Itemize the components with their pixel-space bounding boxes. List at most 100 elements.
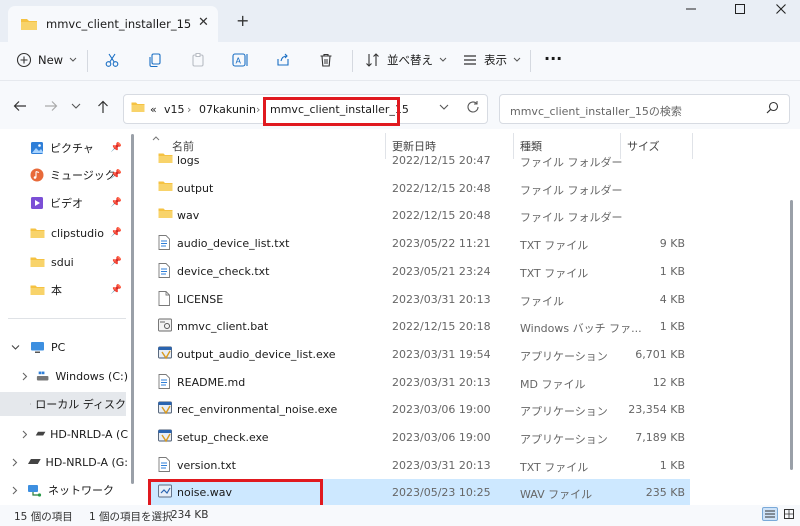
share-button[interactable] <box>275 52 291 68</box>
file-size: 23,354 KB <box>628 403 685 417</box>
back-button[interactable] <box>13 100 27 116</box>
sidebar-item-label: ビデオ <box>50 197 83 210</box>
scissors-icon <box>105 53 119 67</box>
folder-icon <box>158 180 173 195</box>
refresh-button[interactable] <box>466 100 480 117</box>
details-view-button[interactable] <box>762 507 778 521</box>
toolbar-divider <box>352 50 353 72</box>
table-row[interactable]: LICENSE 2023/03/31 20:13 ファイル 4 KB <box>150 286 690 313</box>
delete-button[interactable] <box>318 52 334 68</box>
drive-icon <box>29 403 32 405</box>
file-date: 2022/12/15 20:47 <box>392 154 491 167</box>
file-type: アプリケーション <box>520 349 608 363</box>
file-name: output_audio_device_list.exe <box>177 347 336 361</box>
sidebar-item-hd-nrld-g[interactable]: HD-NRLD-A (G: <box>8 450 128 474</box>
sidebar-item-network[interactable]: ネットワーク <box>8 478 128 502</box>
file-type: TXT ファイル <box>520 239 589 253</box>
close-tab-button[interactable]: ✕ <box>198 15 209 30</box>
file-date: 2023/03/06 19:00 <box>392 403 491 417</box>
table-row[interactable]: rec_environmental_noise.exe 2023/03/06 19… <box>150 396 690 423</box>
sidebar-scrollbar[interactable] <box>131 134 134 484</box>
new-tab-button[interactable]: + <box>236 11 249 30</box>
file-size: 12 KB <box>652 375 685 389</box>
text-file-icon <box>158 373 170 392</box>
more-options-button[interactable]: ··· <box>544 49 562 68</box>
table-row[interactable]: wav 2022/12/15 20:48 ファイル フォルダー <box>150 202 690 229</box>
file-date: 2022/12/15 20:48 <box>392 209 491 223</box>
highlight-box <box>263 97 400 126</box>
maximize-icon <box>735 4 745 14</box>
cut-button[interactable] <box>104 52 120 68</box>
text-file-icon <box>158 262 170 281</box>
copy-icon <box>149 53 161 68</box>
table-row[interactable]: version.txt 2023/03/31 20:13 TXT ファイル 1 KB <box>150 452 690 479</box>
breadcrumb-overflow[interactable]: « <box>150 103 157 116</box>
window-tab[interactable]: mmvc_client_installer_15 ✕ <box>8 6 218 42</box>
table-row[interactable]: output 2022/12/15 20:48 ファイル フォルダー <box>150 175 690 202</box>
forward-button[interactable] <box>44 100 58 116</box>
file-date: 2023/05/21 23:24 <box>392 264 491 278</box>
table-row[interactable]: audio_device_list.txt 2023/05/22 11:21 TXT… <box>150 230 690 257</box>
recent-locations-button[interactable] <box>71 100 81 116</box>
file-type: ファイル フォルダー <box>520 156 623 169</box>
sidebar-item-label: PC <box>51 340 66 354</box>
sidebar-item-pc[interactable]: PC <box>8 335 128 359</box>
sidebar-item-local-disk[interactable]: ローカル ディスク <box>0 392 126 416</box>
table-row[interactable]: README.md 2023/03/31 20:13 MD ファイル 12 KB <box>150 369 690 396</box>
external-drive-icon <box>27 459 41 464</box>
chevron-right-icon <box>22 430 27 438</box>
thumbnail-view-button[interactable] <box>781 507 797 521</box>
sidebar-item-windows-c[interactable]: Windows (C:) <box>8 364 128 388</box>
maximize-button[interactable] <box>734 3 746 19</box>
close-window-button[interactable] <box>775 3 787 19</box>
video-icon <box>31 197 43 209</box>
column-divider[interactable] <box>692 133 693 159</box>
up-button[interactable] <box>97 100 109 118</box>
chevron-right-icon <box>21 400 22 409</box>
chevron-down-icon <box>513 57 521 62</box>
table-row[interactable]: mmvc_client.bat 2022/12/15 20:18 Windows バ… <box>150 313 690 340</box>
table-row[interactable]: logs 2022/12/15 20:47 ファイル フォルダー <box>150 147 690 174</box>
rename-button[interactable]: A <box>232 52 250 68</box>
sidebar-item-pictures[interactable]: ピクチャ 📌 <box>8 136 128 160</box>
sidebar-item-hd-nrld-c[interactable]: HD-NRLD-A (C <box>8 422 128 446</box>
arrow-left-icon <box>13 101 26 111</box>
paste-button[interactable] <box>190 52 206 68</box>
sort-button[interactable]: 並べ替え <box>365 52 447 68</box>
chevron-down-icon <box>11 344 20 350</box>
address-history-button[interactable] <box>439 102 449 115</box>
sort-label: 並べ替え <box>387 53 433 67</box>
table-row[interactable]: device_check.txt 2023/05/21 23:24 TXT ファイル… <box>150 258 690 285</box>
sidebar-item-books[interactable]: 本 📌 <box>8 278 128 302</box>
breadcrumb-separator: › <box>256 103 261 116</box>
minimize-button[interactable] <box>685 3 697 19</box>
new-button[interactable]: New <box>16 52 77 68</box>
paste-icon <box>192 53 204 67</box>
breadcrumb-item[interactable]: v15 <box>164 103 185 116</box>
sidebar-item-clipstudio[interactable]: clipstudio 📌 <box>8 221 128 245</box>
chevron-right-icon <box>12 486 18 494</box>
copy-button[interactable] <box>147 52 163 68</box>
view-button[interactable]: 表示 <box>462 52 521 68</box>
table-row[interactable]: setup_check.exe 2023/03/06 19:00 アプリケーション 7… <box>150 424 690 451</box>
pin-icon: 📌 <box>110 198 122 208</box>
pin-icon: 📌 <box>110 285 122 295</box>
pin-icon: 📌 <box>110 228 122 238</box>
sidebar-item-videos[interactable]: ビデオ 📌 <box>8 191 128 215</box>
arrow-up-icon <box>98 100 108 113</box>
sidebar-item-label: HD-NRLD-A (G: <box>45 455 128 469</box>
sidebar-item-sdui[interactable]: sdui 📌 <box>8 250 128 274</box>
breadcrumb-item[interactable]: 07kakunin <box>199 103 256 116</box>
sidebar-item-music[interactable]: ミュージック 📌 <box>8 163 128 187</box>
file-type: WAV ファイル <box>520 488 593 502</box>
sidebar-item-label: ピクチャ <box>50 142 94 155</box>
search-icon[interactable] <box>766 101 779 114</box>
toolbar-divider <box>530 50 531 72</box>
file-size: 9 KB <box>659 237 685 251</box>
table-row[interactable]: output_audio_device_list.exe 2023/03/31 1… <box>150 341 690 368</box>
file-name: output <box>177 181 214 195</box>
file-list-scrollbar[interactable] <box>790 200 793 470</box>
search-input[interactable]: mmvc_client_installer_15の検索 <box>510 103 682 119</box>
plus-circle-icon <box>16 52 32 68</box>
file-type: TXT ファイル <box>520 460 589 474</box>
